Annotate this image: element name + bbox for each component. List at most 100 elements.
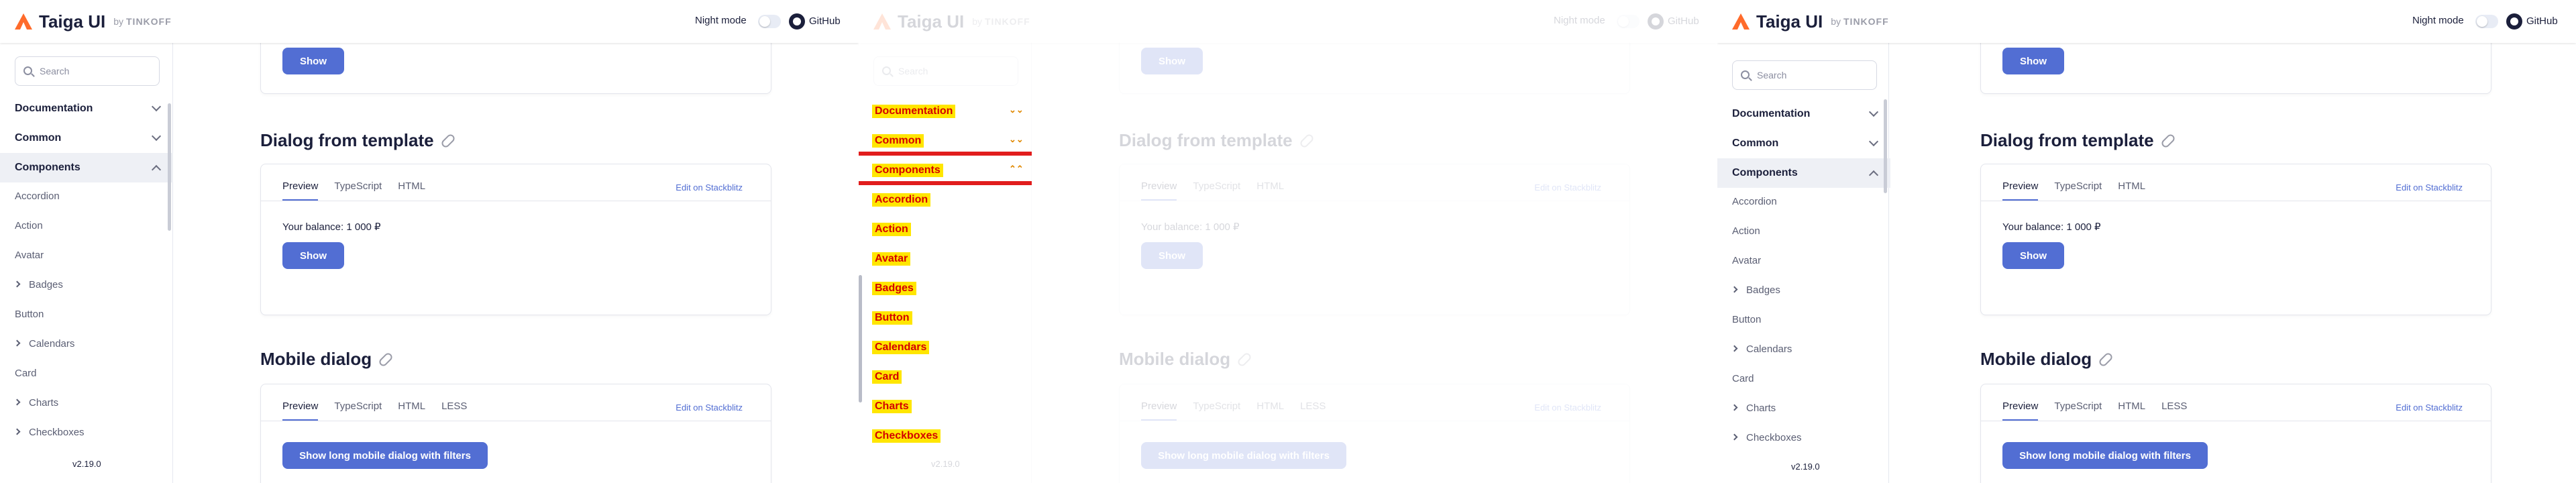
tab-html[interactable]: HTML (398, 180, 425, 201)
section-title: Mobile dialog (1980, 349, 2114, 370)
show-button[interactable]: Show (282, 48, 344, 74)
sidebar-item-accordion[interactable]: Accordion (15, 191, 60, 205)
sidebar-item-checkboxes[interactable]: Checkboxes (13, 427, 85, 441)
show-button[interactable]: Show (2002, 48, 2064, 74)
link-icon[interactable] (2159, 132, 2176, 149)
tab-preview[interactable]: Preview (282, 400, 319, 421)
tab-less[interactable]: LESS (441, 400, 467, 421)
link-icon[interactable] (2098, 351, 2114, 368)
panel-middle: Taiga UI by TINKOFF Night mode GitHub Se… (859, 0, 1717, 483)
show-button[interactable]: Show (282, 242, 344, 269)
sidebar: Search Documentation Common Components A… (1717, 43, 1890, 483)
brand-company: TINKOFF (1843, 16, 1889, 27)
sidebar-item-label: Calendars (1746, 343, 1792, 355)
search-input[interactable]: Search (15, 56, 160, 86)
sidebar-item-label: Card (1732, 373, 1754, 384)
nav-section-documentation[interactable]: Documentation (0, 94, 173, 123)
section-title-text: Mobile dialog (260, 349, 372, 369)
sidebar-item-action[interactable]: Action (15, 220, 43, 235)
tab-typescript[interactable]: TypeScript (334, 180, 382, 201)
tab-html[interactable]: HTML (2118, 180, 2145, 201)
nav-section-components[interactable]: Components (1717, 158, 1890, 188)
nav-section-common[interactable]: Common (1717, 129, 1890, 158)
show-button[interactable]: Show (2002, 242, 2064, 269)
demo-tabs: Preview TypeScript HTML (282, 180, 441, 201)
stackblitz-link[interactable]: Edit on Stackblitz (676, 182, 743, 193)
search-input[interactable]: Search (1732, 60, 1877, 90)
stackblitz-link[interactable]: Edit on Stackblitz (2396, 402, 2463, 413)
night-mode-toggle[interactable] (2475, 15, 2498, 28)
tab-html[interactable]: HTML (2118, 400, 2145, 421)
github-icon[interactable] (2506, 13, 2522, 30)
highlight-accordion: Accordion (872, 193, 931, 207)
section-title: Dialog from template (1980, 130, 2176, 151)
tab-html[interactable]: HTML (398, 400, 425, 421)
sidebar-item-charts[interactable]: Charts (13, 397, 58, 412)
tab-preview[interactable]: Preview (2002, 400, 2039, 421)
sidebar-item-card[interactable]: Card (15, 368, 37, 382)
chevron-right-icon (13, 339, 21, 347)
demo-card: Preview TypeScript HTML Edit on Stackbli… (260, 164, 771, 315)
sidebar-item-calendars[interactable]: Calendars (13, 338, 74, 353)
tab-preview[interactable]: Preview (2002, 180, 2039, 201)
demo-tabs: Preview TypeScript HTML LESS (2002, 400, 2203, 421)
show-mobile-dialog-button[interactable]: Show long mobile dialog with filters (282, 442, 488, 469)
highlight-badges: Badges (872, 282, 916, 295)
brand-name: Taiga UI (1756, 11, 1823, 32)
dim-overlay (859, 0, 1717, 483)
sidebar-item-label: Charts (1746, 402, 1776, 414)
stackblitz-link[interactable]: Edit on Stackblitz (2396, 182, 2463, 193)
sidebar-item-button[interactable]: Button (1732, 314, 1761, 329)
nav-section-label: Documentation (1732, 108, 1811, 119)
show-mobile-dialog-button[interactable]: Show long mobile dialog with filters (2002, 442, 2208, 469)
tab-typescript[interactable]: TypeScript (334, 400, 382, 421)
chevron-down-icon (1868, 107, 1879, 117)
tab-typescript[interactable]: TypeScript (2054, 400, 2102, 421)
sidebar-item-accordion[interactable]: Accordion (1732, 196, 1777, 211)
sidebar-item-calendars[interactable]: Calendars (1731, 343, 1792, 358)
sidebar-item-card[interactable]: Card (1732, 373, 1754, 388)
sidebar-item-badges[interactable]: Badges (13, 279, 63, 294)
link-icon[interactable] (439, 132, 456, 149)
logo[interactable]: Taiga UI by TINKOFF (15, 11, 172, 32)
taiga-logo-icon (1732, 13, 1750, 30)
version-label: v2.19.0 (1791, 462, 1820, 472)
main-content: Show Dialog from template Preview TypeSc… (1889, 23, 2575, 483)
sidebar-item-avatar[interactable]: Avatar (1732, 255, 1761, 270)
nav-section-common[interactable]: Common (0, 123, 173, 153)
sidebar-item-charts[interactable]: Charts (1731, 402, 1776, 417)
sidebar-item-badges[interactable]: Badges (1731, 284, 1780, 299)
sidebar-item-label: Button (1732, 314, 1762, 325)
tab-typescript[interactable]: TypeScript (2054, 180, 2102, 201)
logo[interactable]: Taiga UI by TINKOFF (1732, 11, 1889, 32)
night-mode-label: Night mode (2412, 15, 2464, 26)
chevron-right-icon (1731, 433, 1738, 441)
sidebar-item-label: Badges (29, 279, 63, 290)
sidebar-scrollbar[interactable] (859, 275, 862, 402)
sidebar-item-button[interactable]: Button (15, 309, 44, 323)
highlight-avatar: Avatar (872, 252, 911, 266)
chevron-down-icon (151, 101, 162, 112)
panel-left: Taiga UI by TINKOFF Night mode GitHub Se… (0, 0, 859, 483)
sidebar-item-label: Action (1732, 225, 1760, 237)
night-mode-toggle[interactable] (758, 15, 781, 28)
github-link[interactable]: GitHub (2526, 15, 2558, 27)
sidebar-item-checkboxes[interactable]: Checkboxes (1731, 432, 1802, 447)
stackblitz-link[interactable]: Edit on Stackblitz (676, 402, 743, 413)
sidebar-item-avatar[interactable]: Avatar (15, 250, 44, 264)
sidebar-scrollbar[interactable] (168, 103, 171, 231)
highlight-components: Components (872, 164, 943, 177)
github-link[interactable]: GitHub (809, 15, 841, 27)
nav-section-documentation[interactable]: Documentation (1717, 99, 1890, 129)
sidebar-item-action[interactable]: Action (1732, 225, 1760, 240)
link-icon[interactable] (378, 351, 394, 368)
tab-less[interactable]: LESS (2161, 400, 2187, 421)
tab-preview[interactable]: Preview (282, 180, 319, 201)
chevron-up-icon: ⌃⌃ (1009, 164, 1024, 174)
header: Taiga UI by TINKOFF Night mode GitHub (0, 0, 859, 43)
sidebar-scrollbar[interactable] (1884, 99, 1887, 193)
github-icon[interactable] (789, 13, 805, 30)
nav-section-components[interactable]: Components (0, 153, 173, 182)
brand-name: Taiga UI (39, 11, 106, 32)
chevron-up-icon (151, 164, 162, 175)
